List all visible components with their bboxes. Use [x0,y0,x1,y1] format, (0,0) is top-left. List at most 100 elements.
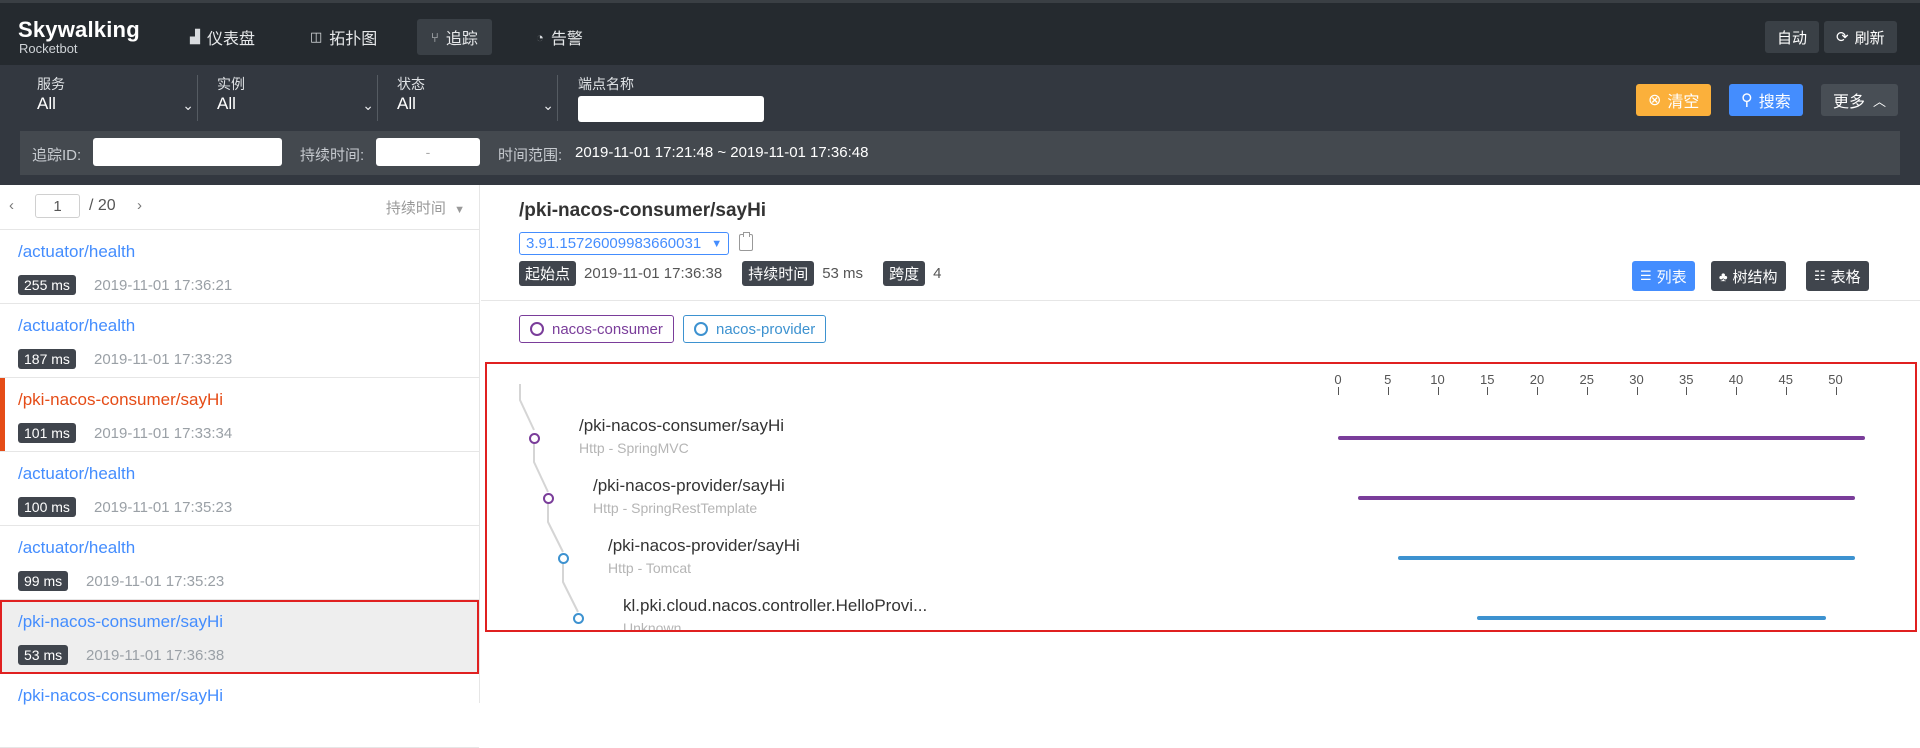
search-button[interactable]: ⚲ 搜索 [1729,84,1803,116]
status-label: 状态 [397,76,425,92]
more-button[interactable]: 更多 ︿ [1821,84,1899,116]
caret-down-icon: ▼ [454,204,465,216]
trace-id-input[interactable] [93,138,282,166]
chevron-down-icon: ⌄ [542,97,554,113]
refresh-button[interactable]: ⟳ 刷新 [1824,21,1897,53]
span-duration-bar[interactable] [1397,556,1856,560]
logo[interactable]: Skywalking Rocketbot [18,19,140,57]
service-select[interactable]: 服务 All ⌄ [37,75,202,127]
trace-item-duration: 53 ms [18,645,69,665]
instance-label: 实例 [217,76,245,92]
endpoint-input[interactable] [578,96,764,122]
view-table-label: 表格 [1830,268,1861,286]
trace-item-name: /pki-nacos-consumer/sayHi [18,390,224,409]
clipboard-icon[interactable] [739,232,753,251]
instance-select[interactable]: 实例 All ⌄ [217,75,382,127]
span-type: Http - SpringMVC [579,440,689,456]
auto-button[interactable]: 自动 [1765,21,1820,53]
trace-item-time: 2019-11-01 17:36:21 [94,277,233,294]
search-icon: ⚲ [1741,92,1753,109]
span-node-dot[interactable] [529,433,540,444]
service-legend-consumer[interactable]: nacos-consumer [519,315,674,343]
trace-id-label: 追踪ID: [32,147,82,164]
span-timeline: 0 5 10 15 20 25 30 35 40 45 50 /pki-nacos-consumer… [485,362,1917,632]
timeline-tick [1537,387,1538,395]
timeline-tick [1785,387,1787,395]
trace-item-time: 2019-11-01 17:36:38 [86,647,225,664]
topology-icon: ◫ [310,29,323,44]
top-bar: Skywalking Rocketbot ▟ 仪表盘 ◫ 拓扑图 ⑂ 追踪 ◔ … [0,0,1920,65]
trace-id-select[interactable]: 3.91.15726009983660031 ▼ [519,232,730,255]
timeline-tick-label: 0 [1334,372,1342,387]
trace-list-item-error[interactable]: /pki-nacos-consumer/sayHi 101 ms 2019-11… [0,378,479,452]
span-duration-bar[interactable] [1477,616,1826,620]
span-node-dot[interactable] [543,493,554,504]
page-input[interactable]: 1 [35,194,80,218]
clear-button[interactable]: ⊗ 清空 [1636,84,1712,116]
nav-dashboard[interactable]: ▟ 仪表盘 [176,19,269,55]
sort-select[interactable]: 持续时间 ▼ [386,197,465,218]
span-duration-bar[interactable] [1338,436,1866,440]
status-select[interactable]: 状态 All ⌄ [397,75,562,127]
trace-item-name: /actuator/health [18,464,136,483]
nav-alarm[interactable]: ◔ 告警 [522,19,597,55]
circle-icon [530,322,544,336]
chevron-left-icon[interactable]: ‹ [9,197,14,214]
filter-bar: 服务 All ⌄ 实例 All ⌄ 状态 All ⌄ 端点名称 ⊗ 清空 ⚲ 搜… [0,65,1920,185]
span-duration-bar[interactable] [1357,496,1856,500]
trace-list-item[interactable]: /actuator/health 99 ms 2019-11-01 17:35:… [0,526,479,600]
span-name: /pki-nacos-provider/sayHi [593,476,785,495]
service-legend-label: nacos-provider [716,320,816,338]
table-icon: ☷ [1814,268,1826,283]
time-range-value[interactable]: 2019-11-01 17:21:48 ~ 2019-11-01 17:36:4… [575,144,868,161]
service-legend-provider[interactable]: nacos-provider [683,315,827,343]
span-name: /pki-nacos-consumer/sayHi [579,416,785,435]
status-value: All [397,94,416,113]
duration-tag: 持续时间 [742,261,815,286]
span-node-dot[interactable] [558,553,569,564]
nav-topology-label: 拓扑图 [329,31,378,48]
trace-item-duration: 101 ms [18,423,76,443]
trace-list-item[interactable]: /actuator/health 255 ms 2019-11-01 17:36… [0,230,479,304]
spans-value: 4 [933,265,942,282]
timeline-tick [1586,387,1588,395]
timeline-tick [1338,387,1339,395]
span-node-dot[interactable] [573,613,584,624]
duration-input[interactable]: - [376,138,480,166]
trace-list-item[interactable]: /pki-nacos-consumer/sayHi [0,674,479,748]
nav-trace[interactable]: ⑂ 追踪 [417,19,492,55]
tree-icon: ♣ [1719,268,1728,284]
timeline-tick [1835,387,1837,395]
trace-item-time: 2019-11-01 17:33:23 [94,351,233,368]
trace-item-name: /pki-nacos-consumer/sayHi [18,612,224,631]
view-list-button[interactable]: ☰ 列表 [1632,261,1695,291]
service-value: All [37,94,56,113]
start-value: 2019-11-01 17:36:38 [584,265,723,282]
timeline-tick-label: 35 [1679,372,1694,387]
timeline-tick [1387,387,1389,395]
timeline-tick-label: 20 [1529,372,1545,387]
trace-item-name: /actuator/health [18,316,136,335]
trace-list-item[interactable]: /actuator/health 100 ms 2019-11-01 17:35… [0,452,479,526]
trace-id-value: 3.91.15726009983660031 [526,235,702,252]
trace-item-name: /pki-nacos-consumer/sayHi [18,686,224,705]
nav-topology[interactable]: ◫ 拓扑图 [296,19,391,55]
sort-label: 持续时间 [385,200,446,217]
view-table-button[interactable]: ☷ 表格 [1806,261,1869,291]
timeline-tick-label: 50 [1828,372,1843,387]
duration-separator: - [425,144,431,160]
advanced-filter-row: 追踪ID: 持续时间: - 时间范围: 2019-11-01 17:21:48 … [20,131,1900,175]
chevron-right-icon[interactable]: › [137,197,142,214]
circle-icon [694,322,708,336]
trace-list-item-selected[interactable]: /pki-nacos-consumer/sayHi 53 ms 2019-11-… [0,600,479,674]
logo-title: Skywalking [18,17,140,42]
view-tree-label: 树结构 [1732,268,1778,286]
nav-dashboard-label: 仪表盘 [207,31,256,48]
span-type: Http - Tomcat [608,560,691,576]
view-tree-button[interactable]: ♣ 树结构 [1711,261,1786,291]
more-button-label: 更多 [1833,94,1866,111]
trace-item-duration: 99 ms [18,571,69,591]
divider [481,300,1920,301]
refresh-icon: ⟳ [1836,29,1849,46]
trace-list-item[interactable]: /actuator/health 187 ms 2019-11-01 17:33… [0,304,479,378]
